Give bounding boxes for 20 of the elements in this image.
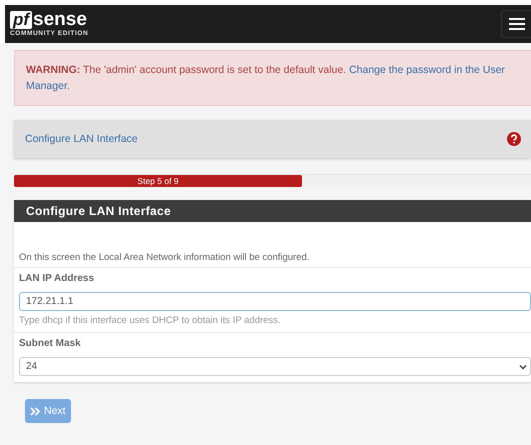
double-chevron-icon	[30, 406, 40, 416]
menu-button[interactable]	[501, 10, 531, 38]
help-text: Type dhcp if this interface uses DHCP to obtain its IP address.	[19, 315, 282, 326]
user-manager-link[interactable]: Manager.	[26, 80, 70, 92]
breadcrumb-title[interactable]: Configure LAN Interface	[25, 133, 138, 145]
intro-text: On this screen the Local Area Network information will be configured.	[18, 251, 310, 265]
panel-title: Configure LAN Interface	[14, 200, 531, 222]
warning-text: WARNING: The 'admin' account password is set to the default value.	[26, 64, 348, 76]
menu-icon	[508, 18, 524, 30]
select-field[interactable]: 24	[19, 357, 531, 376]
help-icon[interactable]	[507, 132, 521, 146]
input-field[interactable]: 172.21.1.1	[19, 292, 531, 311]
user-manager-link[interactable]: Change the password in the User	[349, 64, 505, 76]
field-label: LAN IP Address	[19, 273, 96, 284]
next-button[interactable]: Next	[25, 399, 71, 423]
caret-icon	[519, 364, 527, 370]
logo-mark: pf	[10, 11, 32, 29]
field-label: Subnet Mask	[19, 338, 82, 349]
logo-wordmark: sense	[33, 11, 87, 29]
progress-fill: Step 5 of 9	[14, 175, 302, 187]
